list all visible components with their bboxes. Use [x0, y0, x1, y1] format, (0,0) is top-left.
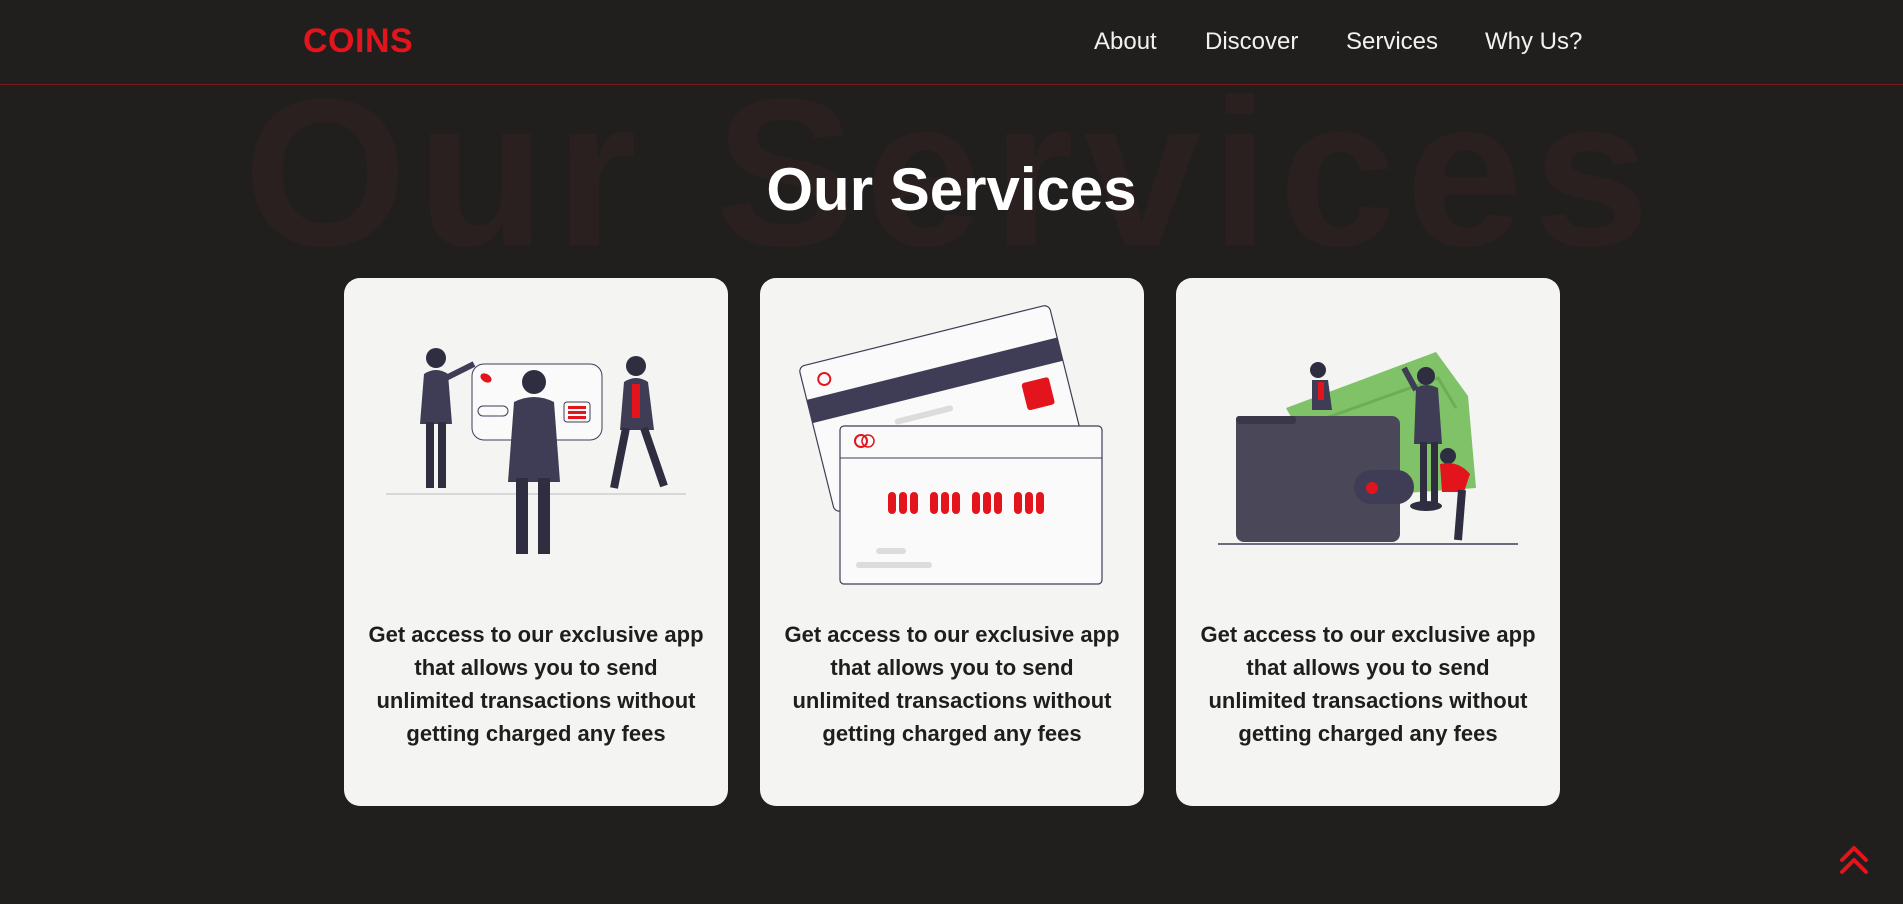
service-card-description: Get access to our exclusive app that all… — [784, 622, 1120, 746]
nav-link-discover[interactable]: Discover — [1205, 28, 1298, 56]
double-chevron-up-icon — [1840, 846, 1868, 874]
brand-logo[interactable]: COINS — [303, 22, 413, 61]
nav-link-why-us[interactable]: Why Us? — [1485, 28, 1582, 56]
service-card: Get access to our exclusive app that all… — [1176, 278, 1560, 806]
team-with-credit-card-illustration — [386, 348, 686, 554]
section-title: Our Services — [766, 156, 1137, 223]
service-card: Get access to our exclusive app that all… — [344, 278, 728, 806]
two-credit-cards-illustration — [799, 305, 1103, 585]
service-card: Get access to our exclusive app that all… — [760, 278, 1144, 806]
nav-link-about[interactable]: About — [1094, 28, 1157, 56]
scroll-to-top-button[interactable] — [1839, 844, 1869, 876]
service-card-description: Get access to our exclusive app that all… — [1200, 622, 1536, 746]
nav-link-services[interactable]: Services — [1346, 28, 1438, 56]
wallet-with-money-illustration — [1218, 352, 1518, 545]
top-navbar: COINS About Discover Services Why Us? — [0, 0, 1903, 85]
service-card-description: Get access to our exclusive app that all… — [368, 622, 704, 746]
